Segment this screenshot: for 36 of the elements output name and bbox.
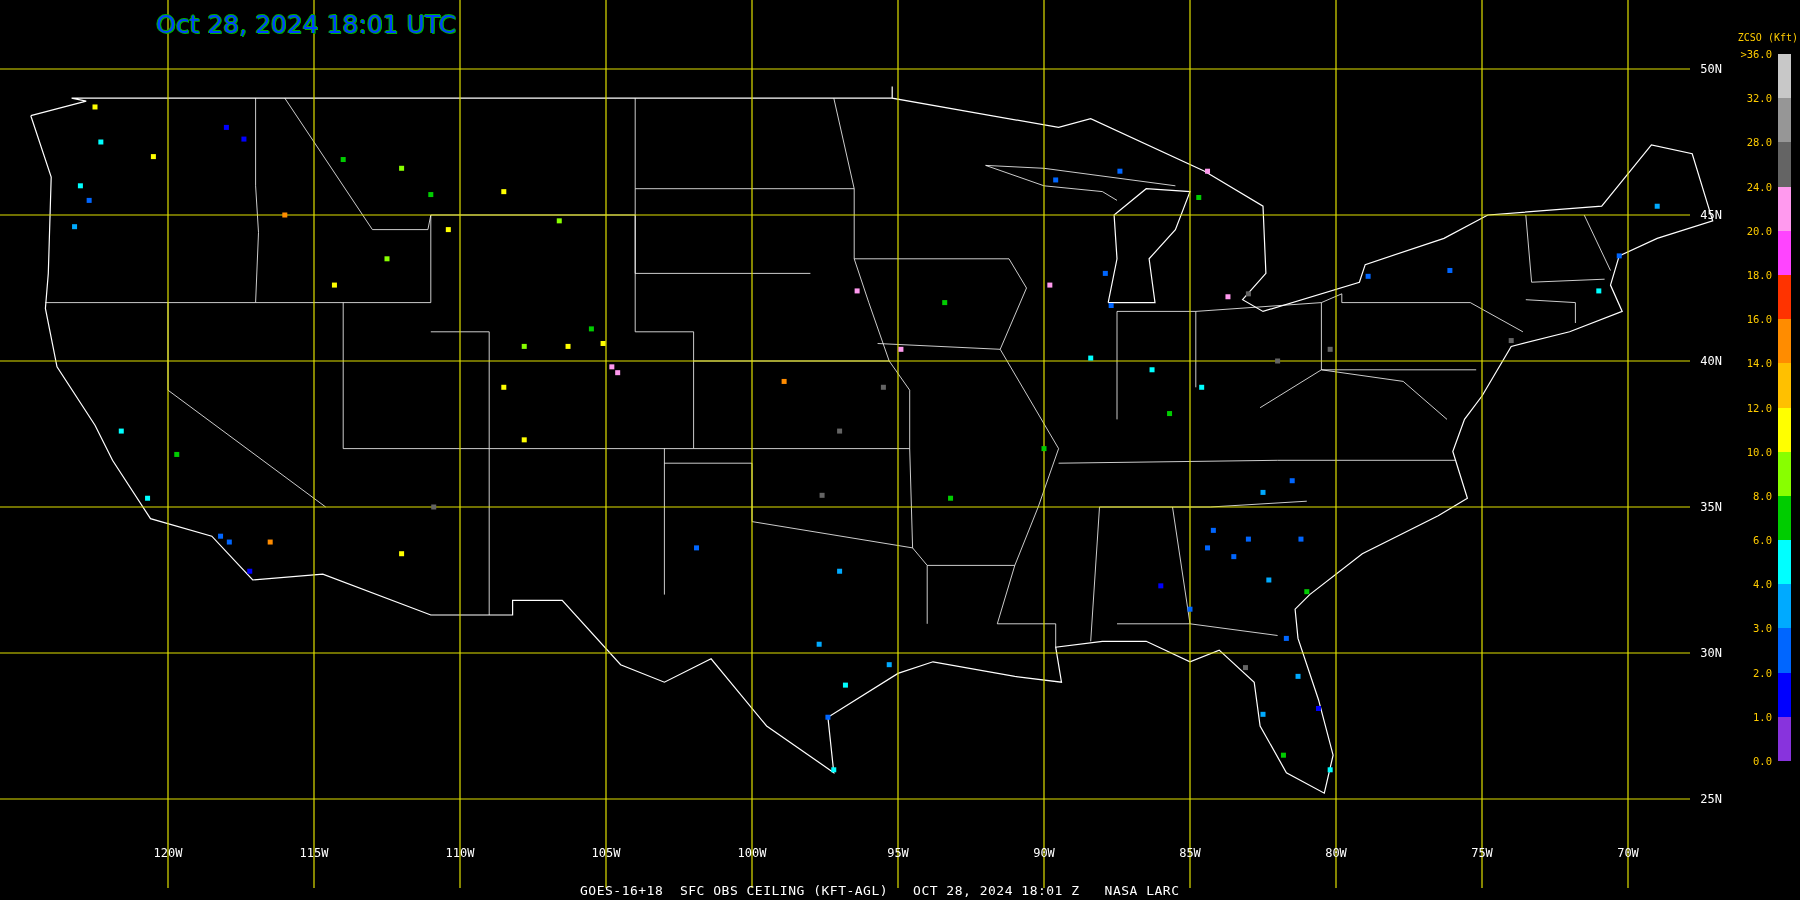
legend-label: 10.0: [1746, 445, 1772, 458]
legend-label: 14.0: [1746, 357, 1772, 370]
longitude-label: 100W: [737, 846, 767, 860]
longitude-label: 120W: [153, 846, 183, 860]
longitude-label: 115W: [299, 846, 329, 860]
legend-label: 18.0: [1746, 268, 1772, 281]
legend-label: 2.0: [1753, 666, 1772, 679]
longitude-label: 110W: [445, 846, 475, 860]
legend-label: 16.0: [1746, 313, 1772, 326]
longitude-label: 85W: [1179, 846, 1201, 860]
latitude-label: 25N: [1700, 792, 1722, 806]
legend-label: 3.0: [1753, 622, 1772, 635]
legend-label: 1.0: [1753, 710, 1772, 723]
longitude-label: 80W: [1325, 846, 1347, 860]
latitude-label: 35N: [1700, 500, 1722, 514]
legend-title: ZCSO (Kft): [1736, 32, 1799, 43]
legend-label: 0.0: [1753, 755, 1772, 767]
longitude-label: 70W: [1617, 846, 1639, 860]
legend-label: 28.0: [1746, 136, 1772, 149]
legend-label: 12.0: [1746, 401, 1772, 414]
latitude-label: 50N: [1700, 62, 1722, 76]
legend-label: 24.0: [1746, 180, 1772, 193]
legend-label: >36.0: [1740, 48, 1772, 60]
legend-label: 8.0: [1753, 489, 1772, 502]
latitude-label: 40N: [1700, 354, 1722, 368]
longitude-label: 105W: [591, 846, 621, 860]
latitude-label: 30N: [1700, 646, 1722, 660]
legend-label: 4.0: [1753, 578, 1772, 591]
map-title: Oct 28, 2024 18:01 UTC: [156, 10, 456, 39]
map-caption: GOES-16+18 SFC OBS CEILING (KFT-AGL) OCT 28, 2024 18:01 Z NASA LARC: [580, 883, 1180, 898]
longitude-label: 95W: [887, 846, 909, 860]
legend-label: 6.0: [1753, 534, 1772, 547]
longitude-label: 90W: [1033, 846, 1055, 860]
legend-label: 32.0: [1746, 92, 1772, 105]
longitude-label: 75W: [1471, 846, 1493, 860]
legend-label: 20.0: [1746, 224, 1772, 237]
